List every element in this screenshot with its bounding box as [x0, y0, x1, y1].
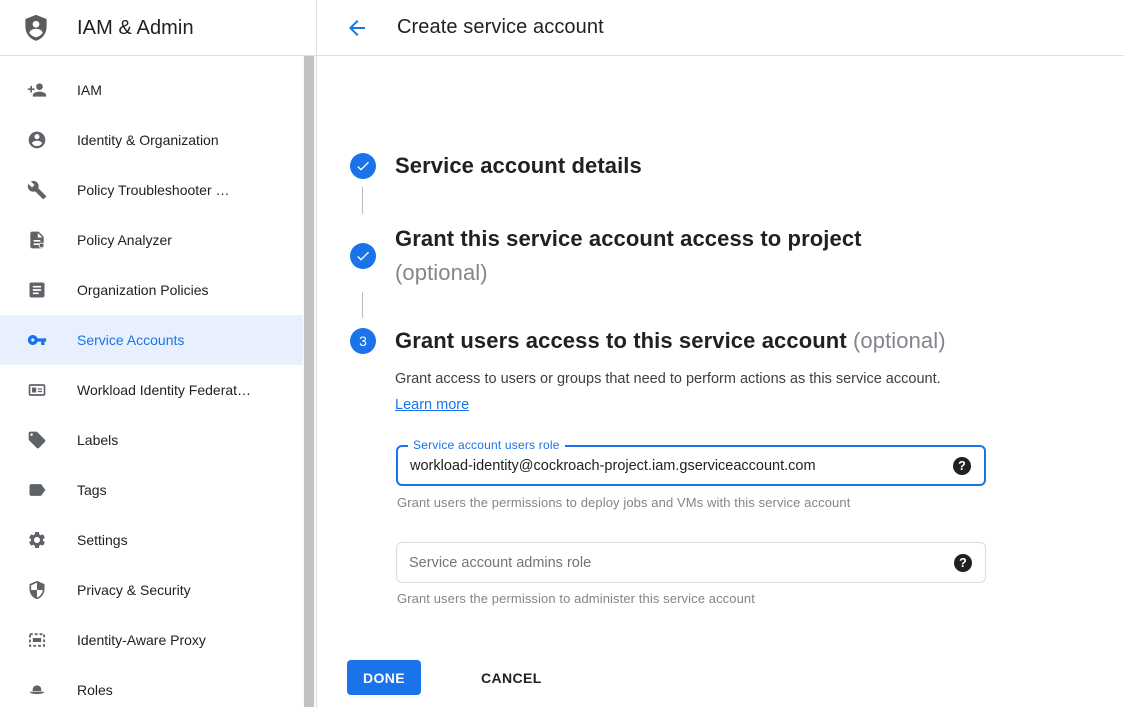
sidebar-item-settings[interactable]: Settings	[0, 515, 303, 565]
sidebar-item-label: IAM	[77, 82, 102, 98]
step2-complete-check-icon	[350, 243, 376, 269]
sidebar-item-roles[interactable]: Roles	[0, 665, 303, 707]
sidebar-item-label: Workload Identity Federat…	[77, 382, 251, 398]
sidebar-item-identity-organization[interactable]: Identity & Organization	[0, 115, 303, 165]
iam-admin-app: IAM & Admin IAM Identity & Organization	[0, 0, 1124, 707]
step2-title: Grant this service account access to pro…	[395, 226, 862, 251]
sidebar-item-label: Privacy & Security	[77, 582, 191, 598]
header-divider	[0, 55, 316, 56]
sidebar-item-organization-policies[interactable]: Organization Policies	[0, 265, 303, 315]
step-service-account-details[interactable]: Service account details	[350, 153, 642, 179]
cancel-button[interactable]: CANCEL	[481, 670, 542, 686]
step3-title: Grant users access to this service accou…	[395, 328, 847, 353]
sidebar: IAM & Admin IAM Identity & Organization	[0, 0, 303, 707]
sidebar-item-label: Tags	[77, 482, 107, 498]
step-grant-users-access[interactable]: 3 Grant users access to this service acc…	[350, 328, 946, 354]
label-tag-icon	[27, 430, 47, 450]
admins-role-helper-text: Grant users the permission to administer…	[397, 591, 755, 606]
sidebar-item-workload-identity-federation[interactable]: Workload Identity Federat…	[0, 365, 303, 415]
step3-description: Grant access to users or groups that nee…	[395, 366, 957, 418]
step3-number-badge: 3	[350, 328, 376, 354]
service-account-key-icon	[27, 330, 47, 350]
tag-arrow-icon	[27, 480, 47, 500]
sidebar-item-identity-aware-proxy[interactable]: Identity-Aware Proxy	[0, 615, 303, 665]
page-title: Create service account	[397, 16, 604, 39]
proxy-icon	[27, 630, 47, 650]
step3-optional-label: (optional)	[853, 328, 946, 353]
gear-icon	[27, 530, 47, 550]
wizard-actions: DONE CANCEL	[347, 660, 542, 695]
sidebar-nav: IAM Identity & Organization Policy Troub…	[0, 65, 303, 707]
service-account-users-role-field: Service account users role ?	[396, 445, 986, 486]
security-shield-icon	[27, 580, 47, 600]
sidebar-scrollbar-track	[303, 56, 316, 707]
sidebar-item-tags[interactable]: Tags	[0, 465, 303, 515]
main-panel: Create service account Service account d…	[316, 0, 1124, 707]
step-grant-project-access[interactable]: Grant this service account access to pro…	[350, 222, 862, 290]
done-button[interactable]: DONE	[347, 660, 421, 695]
learn-more-link[interactable]: Learn more	[395, 397, 469, 413]
step2-optional-label: (optional)	[395, 260, 488, 285]
sidebar-item-label: Policy Analyzer	[77, 232, 172, 248]
sidebar-item-label: Identity & Organization	[77, 132, 219, 148]
sidebar-title: IAM & Admin	[77, 17, 194, 40]
person-add-icon	[27, 80, 47, 100]
sidebar-header: IAM & Admin	[0, 0, 303, 56]
topbar: Create service account	[317, 0, 1124, 56]
sidebar-item-label: Identity-Aware Proxy	[77, 632, 206, 648]
users-role-field-label: Service account users role	[408, 438, 565, 452]
shield-person-icon	[21, 11, 51, 45]
service-account-admins-role-field: ?	[396, 542, 986, 583]
wrench-icon	[27, 180, 47, 200]
org-policies-icon	[27, 280, 47, 300]
users-role-input[interactable]	[398, 458, 953, 474]
step1-complete-check-icon	[350, 153, 376, 179]
sidebar-item-service-accounts[interactable]: Service Accounts	[0, 315, 303, 365]
wizard-content: Service account details Grant this servi…	[317, 56, 1124, 707]
sidebar-item-policy-troubleshooter[interactable]: Policy Troubleshooter …	[0, 165, 303, 215]
account-circle-icon	[27, 130, 47, 150]
sidebar-item-label: Settings	[77, 532, 128, 548]
step1-title: Service account details	[395, 153, 642, 179]
users-role-helper-text: Grant users the permissions to deploy jo…	[397, 495, 850, 510]
admins-role-input[interactable]	[397, 555, 954, 571]
step3-number: 3	[359, 333, 367, 349]
step-connector	[362, 292, 363, 318]
sidebar-item-label: Roles	[77, 682, 113, 698]
step-connector	[362, 187, 363, 214]
sidebar-item-label: Organization Policies	[77, 282, 209, 298]
sidebar-item-labels[interactable]: Labels	[0, 415, 303, 465]
sidebar-item-privacy-security[interactable]: Privacy & Security	[0, 565, 303, 615]
id-card-icon	[27, 380, 47, 400]
sidebar-item-label: Labels	[77, 432, 118, 448]
policy-analyzer-icon	[27, 230, 47, 250]
sidebar-scrollbar-thumb[interactable]	[304, 56, 314, 707]
help-icon[interactable]: ?	[953, 457, 971, 475]
sidebar-item-iam[interactable]: IAM	[0, 65, 303, 115]
help-icon[interactable]: ?	[954, 554, 972, 572]
sidebar-item-policy-analyzer[interactable]: Policy Analyzer	[0, 215, 303, 265]
sidebar-item-label: Service Accounts	[77, 332, 184, 348]
sidebar-item-label: Policy Troubleshooter …	[77, 182, 230, 198]
roles-hat-icon	[27, 680, 47, 700]
back-arrow-icon[interactable]	[344, 15, 370, 41]
